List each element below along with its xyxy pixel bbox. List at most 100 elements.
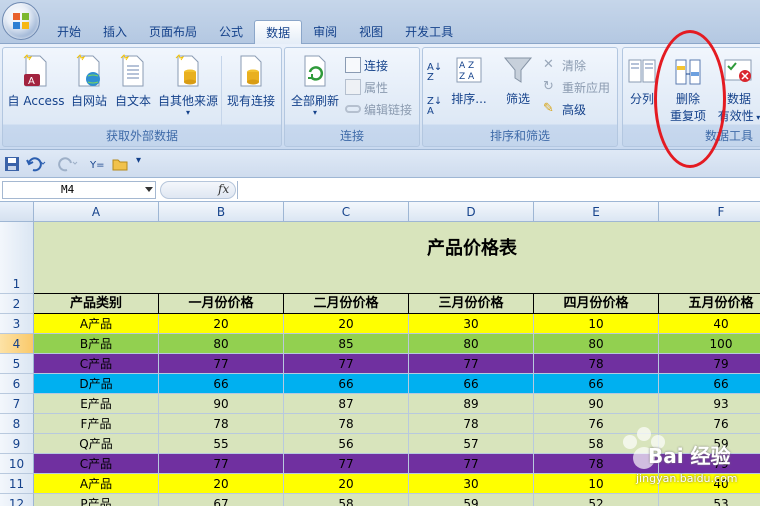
- price-cell[interactable]: 66: [159, 374, 284, 394]
- price-cell[interactable]: 20: [284, 474, 409, 494]
- refresh-all-button[interactable]: 全部刷新 ▾: [287, 54, 343, 117]
- price-cell[interactable]: 77: [284, 354, 409, 374]
- row-header[interactable]: 5: [0, 354, 34, 374]
- tab-home[interactable]: 开始: [46, 20, 92, 44]
- price-cell[interactable]: 90: [159, 394, 284, 414]
- open-folder-icon[interactable]: [112, 156, 128, 172]
- advanced-filter-button[interactable]: ✎ 高级: [543, 100, 586, 118]
- price-cell[interactable]: 66: [659, 374, 760, 394]
- price-cell[interactable]: 57: [409, 434, 534, 454]
- connections-button[interactable]: 连接: [345, 56, 388, 74]
- price-cell[interactable]: 93: [659, 394, 760, 414]
- product-cell[interactable]: A产品: [34, 474, 159, 494]
- tab-insert[interactable]: 插入: [92, 20, 138, 44]
- price-cell[interactable]: 78: [534, 354, 659, 374]
- column-header-b[interactable]: B: [159, 202, 284, 222]
- row-header[interactable]: 2: [0, 294, 34, 314]
- price-cell[interactable]: 67: [159, 494, 284, 506]
- sheet-title-cell[interactable]: 产品价格表: [34, 222, 760, 294]
- existing-connections-button[interactable]: 现有连接: [223, 54, 279, 109]
- sort-descending-button[interactable]: Z↓ A: [427, 97, 442, 117]
- from-web-button[interactable]: 自网站: [67, 54, 111, 109]
- product-cell[interactable]: Q产品: [34, 434, 159, 454]
- product-cell[interactable]: E产品: [34, 394, 159, 414]
- tab-developer[interactable]: 开发工具: [394, 20, 464, 44]
- price-cell[interactable]: 100: [659, 334, 760, 354]
- price-cell[interactable]: 77: [409, 454, 534, 474]
- reapply-button[interactable]: ↻ 重新应用: [543, 78, 610, 96]
- fx-insert-function-button[interactable]: fx: [218, 182, 229, 196]
- row-header[interactable]: 1: [0, 222, 34, 294]
- header-cell[interactable]: 二月份价格: [284, 294, 409, 314]
- row-header[interactable]: 9: [0, 434, 34, 454]
- row-header[interactable]: 6: [0, 374, 34, 394]
- properties-button[interactable]: 属性: [345, 78, 388, 96]
- from-other-sources-button[interactable]: 自其他来源 ▾: [155, 54, 221, 117]
- column-header-d[interactable]: D: [409, 202, 534, 222]
- price-cell[interactable]: 85: [284, 334, 409, 354]
- product-cell[interactable]: C产品: [34, 354, 159, 374]
- sort-button[interactable]: A Z Z A 排序...: [449, 54, 489, 107]
- filter-button[interactable]: 筛选: [497, 54, 539, 107]
- price-cell[interactable]: 20: [284, 314, 409, 334]
- column-header-f[interactable]: F: [659, 202, 760, 222]
- customize-toolbar-icon[interactable]: ▾: [136, 155, 152, 171]
- price-cell[interactable]: 80: [534, 334, 659, 354]
- tab-view[interactable]: 视图: [348, 20, 394, 44]
- tab-formulas[interactable]: 公式: [208, 20, 254, 44]
- price-cell[interactable]: 78: [409, 414, 534, 434]
- price-cell[interactable]: 77: [159, 454, 284, 474]
- row-header[interactable]: 7: [0, 394, 34, 414]
- save-icon[interactable]: [4, 156, 20, 172]
- price-cell[interactable]: 55: [159, 434, 284, 454]
- price-cell[interactable]: 77: [284, 454, 409, 474]
- price-cell[interactable]: 10: [534, 314, 659, 334]
- price-cell[interactable]: 59: [409, 494, 534, 506]
- redo-icon[interactable]: [58, 156, 78, 172]
- tab-data[interactable]: 数据: [254, 20, 303, 45]
- row-header[interactable]: 12: [0, 494, 34, 506]
- price-cell[interactable]: 30: [409, 314, 534, 334]
- column-header-a[interactable]: A: [34, 202, 159, 222]
- header-cell[interactable]: 三月份价格: [409, 294, 534, 314]
- header-cell[interactable]: 产品类别: [34, 294, 159, 314]
- price-cell[interactable]: 80: [159, 334, 284, 354]
- sort-ascending-button[interactable]: A↓ Z: [427, 63, 442, 83]
- header-cell[interactable]: 五月份价格: [659, 294, 760, 314]
- from-text-button[interactable]: 自文本: [111, 54, 155, 109]
- product-cell[interactable]: P产品: [34, 494, 159, 506]
- row-header[interactable]: 4: [0, 334, 34, 354]
- office-button[interactable]: [2, 2, 40, 40]
- price-cell[interactable]: 58: [284, 494, 409, 506]
- price-cell[interactable]: 20: [159, 474, 284, 494]
- header-cell[interactable]: 四月份价格: [534, 294, 659, 314]
- price-cell[interactable]: 77: [159, 354, 284, 374]
- select-all-corner[interactable]: [0, 202, 34, 222]
- row-header[interactable]: 11: [0, 474, 34, 494]
- tab-page-layout[interactable]: 页面布局: [138, 20, 208, 44]
- from-access-button[interactable]: A 自 Access: [5, 54, 67, 109]
- price-cell[interactable]: 56: [284, 434, 409, 454]
- price-cell[interactable]: 80: [409, 334, 534, 354]
- clear-filter-button[interactable]: ✕ 清除: [543, 56, 586, 74]
- product-cell[interactable]: D产品: [34, 374, 159, 394]
- price-cell[interactable]: 66: [409, 374, 534, 394]
- product-cell[interactable]: A产品: [34, 314, 159, 334]
- price-cell[interactable]: 78: [284, 414, 409, 434]
- price-cell[interactable]: 90: [534, 394, 659, 414]
- sort-icon[interactable]: Y=: [89, 156, 108, 172]
- price-cell[interactable]: 79: [659, 354, 760, 374]
- product-cell[interactable]: C产品: [34, 454, 159, 474]
- row-header[interactable]: 8: [0, 414, 34, 434]
- row-header[interactable]: 3: [0, 314, 34, 334]
- edit-links-button[interactable]: 编辑链接: [345, 100, 412, 118]
- column-header-c[interactable]: C: [284, 202, 409, 222]
- price-cell[interactable]: 77: [409, 354, 534, 374]
- price-cell[interactable]: 20: [159, 314, 284, 334]
- header-cell[interactable]: 一月份价格: [159, 294, 284, 314]
- name-box[interactable]: M4: [2, 181, 156, 199]
- price-cell[interactable]: 40: [659, 314, 760, 334]
- formula-input[interactable]: [237, 181, 758, 199]
- product-cell[interactable]: B产品: [34, 334, 159, 354]
- tab-review[interactable]: 审阅: [302, 20, 348, 44]
